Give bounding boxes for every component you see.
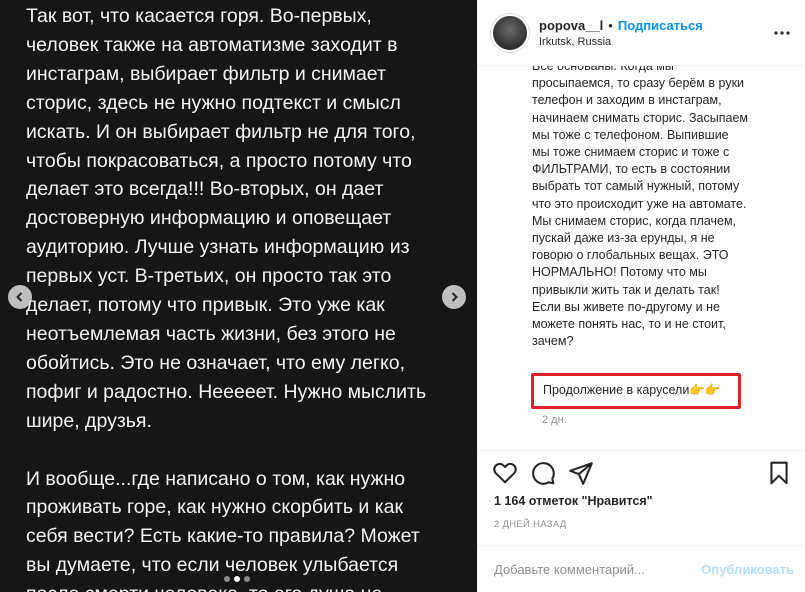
username-link[interactable]: popova__l xyxy=(539,18,603,33)
separator-dot: • xyxy=(608,17,613,33)
caption-time[interactable]: 2 дн. xyxy=(542,414,567,426)
post-header: popova__l • Подписаться Irkutsk, Russia xyxy=(478,0,805,66)
carousel-continuation-text: Продолжение в карусели👉👉 xyxy=(543,383,721,397)
header-top: popova__l • Подписаться xyxy=(539,18,703,33)
media-text: Так вот, что касается горя. Во-первых, ч… xyxy=(26,5,427,592)
post-date[interactable]: 2 ДНЕЙ НАЗАД xyxy=(494,519,567,530)
carousel-dot xyxy=(224,576,230,582)
instagram-post: Так вот, что касается горя. Во-первых, ч… xyxy=(0,0,805,592)
chevron-left-icon xyxy=(16,292,23,302)
publish-button[interactable]: Опубликовать xyxy=(701,562,794,577)
chevron-right-icon xyxy=(451,292,458,302)
carousel-dots xyxy=(224,576,250,582)
header-info: popova__l • Подписаться Irkutsk, Russia xyxy=(539,18,703,48)
share-icon[interactable] xyxy=(568,460,594,486)
carousel-next-button[interactable] xyxy=(442,285,466,309)
post-media: Так вот, что касается горя. Во-первых, ч… xyxy=(0,0,477,592)
carousel-prev-button[interactable] xyxy=(8,285,32,309)
comment-icon[interactable] xyxy=(530,460,556,486)
bookmark-icon[interactable] xyxy=(766,460,792,486)
follow-button[interactable]: Подписаться xyxy=(618,18,703,33)
caption-text: Все основаны. Когда мы просыпаемся, то с… xyxy=(532,66,748,349)
more-options-icon[interactable] xyxy=(773,24,791,42)
add-comment-bar: Опубликовать xyxy=(478,545,805,592)
carousel-dot-active xyxy=(234,576,240,582)
likes-count[interactable]: 1 164 отметок "Нравится" xyxy=(494,494,653,508)
heart-icon[interactable] xyxy=(492,460,518,486)
post-sidebar: popova__l • Подписаться Irkutsk, Russia … xyxy=(477,0,805,592)
comment-input[interactable] xyxy=(494,561,694,577)
action-bar xyxy=(478,450,805,496)
location-link[interactable]: Irkutsk, Russia xyxy=(539,36,703,48)
carousel-dot xyxy=(244,576,250,582)
avatar[interactable] xyxy=(491,13,529,52)
